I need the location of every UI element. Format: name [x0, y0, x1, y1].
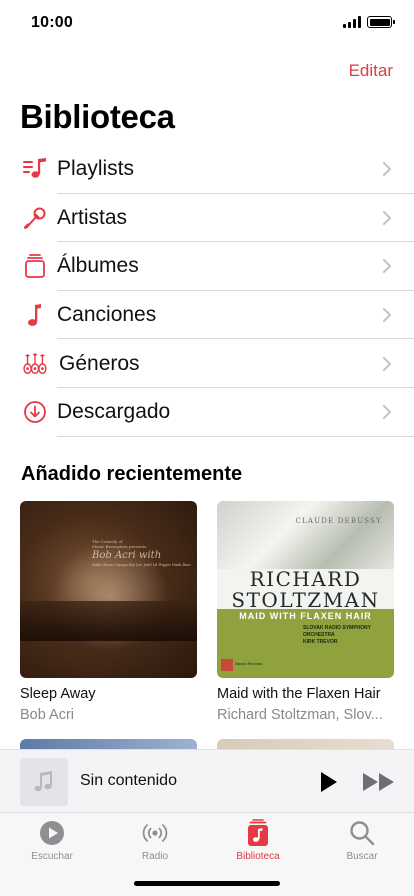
menu-label: Descargado — [57, 400, 171, 424]
status-bar: 10:00 — [0, 0, 414, 48]
menu-item-artistas[interactable]: Artistas — [0, 194, 414, 243]
menu-label: Canciones — [57, 303, 157, 327]
album-title: Maid with the Flaxen Hair — [217, 686, 381, 702]
cover-text: Bob Acri with — [92, 550, 162, 561]
cover-text: SLOVAK RADIO SYMPHONY ORCHESTRA KIRK TRE… — [303, 625, 394, 646]
tab-label: Biblioteca — [236, 851, 280, 862]
album-card[interactable]: CLAUDE DEBUSSY RICHARD STOLTZMAN MAID WI… — [217, 501, 394, 723]
tab-radio[interactable]: Radio — [113, 819, 197, 862]
status-icons — [343, 16, 395, 28]
tab-escuchar[interactable]: Escuchar — [10, 819, 94, 862]
mini-player-title: Sin contenido — [80, 772, 177, 789]
playlist-icon — [22, 156, 48, 182]
cover-text: MAID WITH FLAXEN HAIR — [239, 611, 372, 621]
microphone-icon — [22, 205, 48, 231]
home-indicator[interactable] — [134, 881, 280, 886]
cover-text: Music Excerption presents — [92, 544, 147, 549]
edit-button[interactable]: Editar — [349, 61, 393, 81]
menu-item-canciones[interactable]: Canciones — [0, 291, 414, 340]
music-note-icon — [22, 302, 48, 328]
menu-label: Géneros — [59, 351, 140, 375]
battery-icon — [367, 16, 395, 28]
section-title-recently-added: Añadido recientemente — [21, 463, 243, 485]
tab-biblioteca[interactable]: Biblioteca — [216, 819, 300, 862]
download-icon — [22, 399, 48, 425]
chevron-right-icon — [383, 259, 391, 274]
mini-player-artwork — [20, 758, 68, 806]
cover-text: CLAUDE DEBUSSY — [295, 517, 382, 525]
album-card[interactable]: The Comedy of Music Excerption presents … — [20, 501, 197, 723]
fast-forward-button[interactable] — [362, 770, 396, 794]
page-title: Biblioteca — [20, 98, 175, 135]
chevron-right-icon — [383, 210, 391, 225]
album-stack-icon — [22, 253, 48, 279]
album-cover-peek[interactable] — [20, 739, 197, 749]
music-note-icon — [34, 771, 52, 792]
menu-label: Artistas — [57, 205, 128, 229]
album-cover: CLAUDE DEBUSSY RICHARD STOLTZMAN MAID WI… — [217, 501, 394, 678]
tab-label: Radio — [141, 851, 169, 862]
search-icon — [348, 819, 376, 847]
status-time: 10:00 — [31, 14, 73, 31]
chevron-right-icon — [383, 405, 391, 420]
chevron-right-icon — [383, 162, 391, 177]
guitars-icon — [22, 351, 48, 377]
album-artist: Richard Stoltzman, Slov... — [217, 707, 383, 723]
tab-buscar[interactable]: Buscar — [320, 819, 404, 862]
label-logo — [221, 659, 233, 671]
cover-text: KIRK TREVOR — [303, 639, 338, 645]
cover-text: Naxos Records — [235, 661, 263, 666]
mini-player[interactable]: Sin contenido — [0, 749, 414, 813]
menu-item-albumes[interactable]: Álbumes — [0, 242, 414, 291]
tab-label: Buscar — [346, 851, 378, 862]
play-button[interactable] — [316, 770, 340, 794]
menu-label: Playlists — [57, 157, 135, 181]
album-artist: Bob Acri — [20, 707, 74, 723]
divider — [57, 435, 414, 437]
signal-icon — [343, 16, 361, 28]
tab-label: Escuchar — [31, 851, 73, 862]
album-cover-peek[interactable] — [217, 739, 394, 749]
album-cover: The Comedy of Music Excerption presents … — [20, 501, 197, 678]
cover-text: SLOVAK RADIO SYMPHONY ORCHESTRA — [303, 625, 371, 638]
cover-text: Duke Gloire Cayuga Kip Lee Judd Lil Hipp… — [92, 563, 191, 567]
menu-item-generos[interactable]: Géneros — [0, 339, 414, 388]
radio-icon — [141, 819, 169, 847]
menu-label: Álbumes — [57, 254, 139, 278]
menu-item-descargado[interactable]: Descargado — [0, 388, 414, 437]
album-title: Sleep Away — [20, 686, 96, 702]
play-circle-icon — [38, 819, 66, 847]
chevron-right-icon — [383, 308, 391, 323]
library-menu: Playlists Artistas Álbumes Canciones Gén… — [0, 145, 414, 437]
library-icon — [244, 819, 272, 847]
chevron-right-icon — [383, 356, 391, 371]
menu-item-playlists[interactable]: Playlists — [0, 145, 414, 194]
